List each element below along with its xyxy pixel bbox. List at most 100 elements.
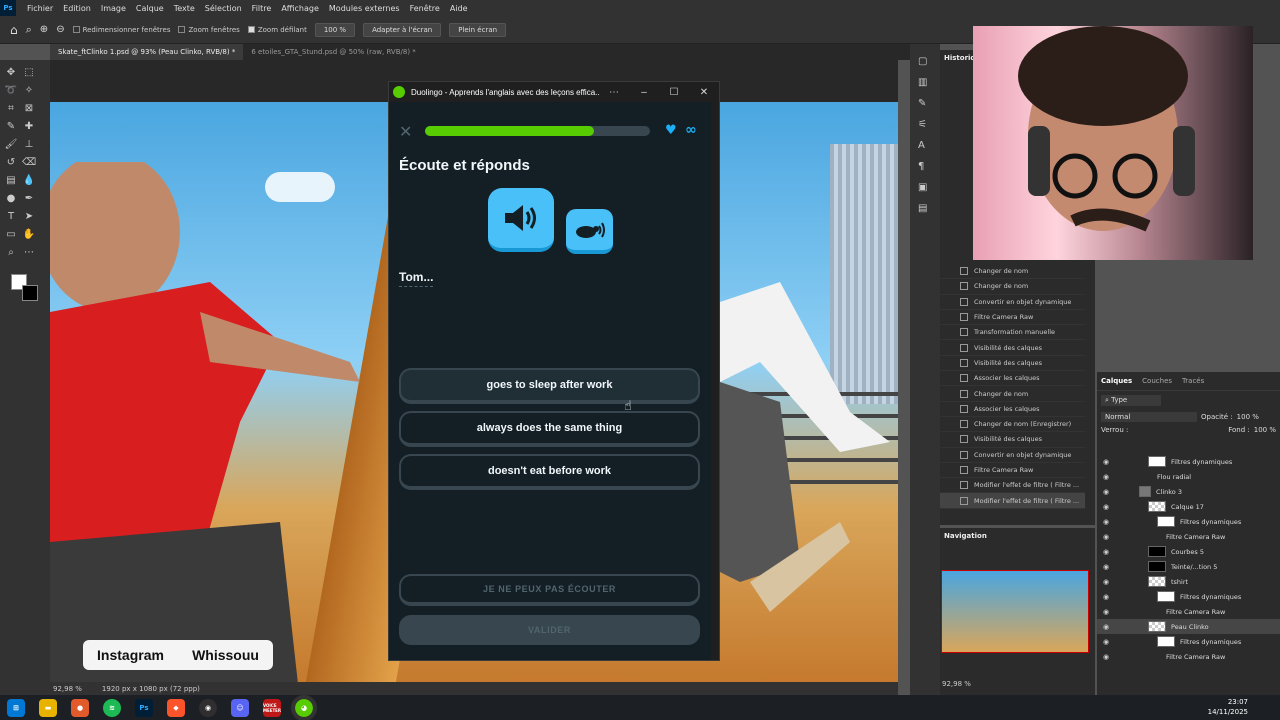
lasso-tool-icon[interactable]: ➰ xyxy=(4,84,18,98)
voicemeeter-icon[interactable]: VOICE MEETER xyxy=(263,698,281,717)
zoom-windows-checkbox[interactable]: Zoom fenêtres xyxy=(178,26,240,34)
layer-row[interactable]: ◉ Filtre Camera Raw xyxy=(1097,604,1280,619)
visibility-eye-icon[interactable]: ◉ xyxy=(1103,488,1111,496)
hand-tool-icon[interactable]: ✋ xyxy=(22,228,36,242)
cant-listen-button[interactable]: JE NE PEUX PAS ÉCOUTER xyxy=(399,574,700,606)
menu-selection[interactable]: Sélection xyxy=(200,4,247,13)
history-item[interactable]: Associer les calques xyxy=(940,371,1085,387)
history-item[interactable]: Changer de nom (Enregistrer) xyxy=(940,417,1085,433)
zoom-in-icon[interactable]: ⊕ xyxy=(40,24,48,35)
layer-row[interactable]: ◉ Peau Clinko xyxy=(1097,619,1280,634)
history-item[interactable]: Changer de nom xyxy=(940,279,1085,295)
menu-fichier[interactable]: Fichier xyxy=(22,4,58,13)
layer-row[interactable]: ◉ Courbes 5 xyxy=(1097,544,1280,559)
frame-tool-icon[interactable]: ⊠ xyxy=(22,102,36,116)
zoom-level[interactable]: 92,98 % xyxy=(53,685,82,693)
layer-kind-filter[interactable]: ⌕ Type xyxy=(1101,395,1161,406)
close-lesson-icon[interactable]: ✕ xyxy=(399,122,412,141)
validate-button[interactable]: VALIDER xyxy=(399,615,700,645)
minimize-button[interactable]: – xyxy=(629,87,659,98)
magic-wand-icon[interactable]: ✧ xyxy=(22,84,36,98)
shape-tool-icon[interactable]: ▭ xyxy=(4,228,18,242)
layer-row[interactable]: ◉ Calque 17 xyxy=(1097,499,1280,514)
layer-row[interactable]: ◉ Clinko 3 xyxy=(1097,484,1280,499)
answer-choice-1[interactable]: goes to sleep after work xyxy=(399,368,700,404)
menu-modules[interactable]: Modules externes xyxy=(324,4,405,13)
visibility-eye-icon[interactable]: ◉ xyxy=(1103,623,1111,631)
navigator-thumbnail[interactable] xyxy=(941,570,1089,653)
history-item[interactable]: Associer les calques xyxy=(940,402,1085,417)
file-explorer-icon[interactable]: ▬ xyxy=(39,698,57,717)
brave-icon[interactable]: ◆ xyxy=(167,698,185,717)
play-slow-audio-button[interactable] xyxy=(566,209,613,254)
history-item[interactable]: Changer de nom xyxy=(940,386,1085,402)
layer-row[interactable]: ◉ Teinte/...tion 5 xyxy=(1097,559,1280,574)
stamp-tool-icon[interactable]: ⊥ xyxy=(22,138,36,152)
crop-tool-icon[interactable]: ⌗ xyxy=(4,102,18,116)
windows-start-icon[interactable]: ⊞ xyxy=(7,698,25,717)
brush-tool-icon[interactable]: 🖌 xyxy=(4,138,18,152)
play-audio-button[interactable] xyxy=(488,188,554,252)
tab-couches[interactable]: Couches xyxy=(1142,377,1172,385)
eraser-icon[interactable]: ⌫ xyxy=(22,156,36,170)
visibility-eye-icon[interactable]: ◉ xyxy=(1103,458,1111,466)
menu-affichage[interactable]: Affichage xyxy=(276,4,324,13)
layer-row[interactable]: ◉ Flou radial xyxy=(1097,469,1280,484)
visibility-eye-icon[interactable]: ◉ xyxy=(1103,653,1111,661)
answer-choice-3[interactable]: doesn't eat before work xyxy=(399,454,700,490)
character-icon[interactable]: A xyxy=(918,140,932,151)
menu-edition[interactable]: Edition xyxy=(58,4,96,13)
layer-row[interactable]: ◉ Filtres dynamiques xyxy=(1097,454,1280,469)
history-item[interactable]: Transformation manuelle xyxy=(940,325,1085,341)
move-tool-icon[interactable]: ✥ xyxy=(4,66,18,80)
adjust-icon[interactable]: ⚟ xyxy=(918,119,932,130)
duolingo-taskbar-icon[interactable]: ◕ xyxy=(291,694,317,720)
visibility-eye-icon[interactable]: ◉ xyxy=(1103,563,1111,571)
duolingo-scrollbar[interactable] xyxy=(711,102,719,660)
obs-icon[interactable]: ◉ xyxy=(199,698,217,717)
paragraph-icon[interactable]: ¶ xyxy=(918,161,932,172)
history-item[interactable]: Convertir en objet dynamique xyxy=(940,448,1085,463)
home-icon[interactable]: ⌂ xyxy=(10,23,18,37)
visibility-eye-icon[interactable]: ◉ xyxy=(1103,473,1111,481)
full-screen-button[interactable]: Plein écran xyxy=(449,22,507,37)
history-brush-icon[interactable]: ↺ xyxy=(4,156,18,170)
visibility-eye-icon[interactable]: ◉ xyxy=(1103,533,1111,541)
more-options-icon[interactable]: ⋯ xyxy=(599,87,629,98)
visibility-eye-icon[interactable]: ◉ xyxy=(1103,548,1111,556)
properties-icon[interactable]: ▤ xyxy=(918,203,932,214)
history-item[interactable]: Modifier l'effet de filtre ( Filtre ... xyxy=(940,478,1085,494)
menu-filtre[interactable]: Filtre xyxy=(247,4,277,13)
layer-row[interactable]: ◉ Filtre Camera Raw xyxy=(1097,649,1280,664)
scrubby-zoom-checkbox[interactable]: Zoom défilant xyxy=(247,26,307,34)
visibility-eye-icon[interactable]: ◉ xyxy=(1103,593,1111,601)
history-item[interactable]: Visibilité des calques xyxy=(940,356,1085,372)
brush-settings-icon[interactable]: ✎ xyxy=(918,98,932,109)
histogram-icon[interactable]: ▥ xyxy=(918,77,932,88)
menu-fenetre[interactable]: Fenêtre xyxy=(405,4,445,13)
layer-row[interactable]: ◉ Filtres dynamiques xyxy=(1097,634,1280,649)
doc-tab-skate[interactable]: Skate_ftClinko 1.psd @ 93% (Peau Clinko,… xyxy=(50,44,244,60)
layer-row[interactable]: ◉ Filtres dynamiques xyxy=(1097,514,1280,529)
history-item[interactable]: Changer de nom xyxy=(940,264,1085,280)
zoom-out-icon[interactable]: ⊖ xyxy=(56,24,64,35)
path-select-icon[interactable]: ➤ xyxy=(22,210,36,224)
layer-row[interactable]: ◉ Filtres dynamiques xyxy=(1097,589,1280,604)
pen-tool-icon[interactable]: ✒ xyxy=(22,192,36,206)
fill-value[interactable]: 100 % xyxy=(1254,426,1276,434)
visibility-eye-icon[interactable]: ◉ xyxy=(1103,608,1111,616)
history-item[interactable]: Filtre Camera Raw xyxy=(940,463,1085,479)
history-item[interactable]: Filtre Camera Raw xyxy=(940,310,1085,326)
resize-windows-checkbox[interactable]: Redimensionner fenêtres xyxy=(72,26,170,34)
menu-aide[interactable]: Aide xyxy=(445,4,473,13)
type-tool-icon[interactable]: T xyxy=(4,210,18,224)
blend-mode-select[interactable]: Normal xyxy=(1101,412,1197,422)
layer-row[interactable]: ◉ Filtre Camera Raw xyxy=(1097,529,1280,544)
zoom-tool-icon-left[interactable]: ⌕ xyxy=(4,246,18,260)
menu-texte[interactable]: Texte xyxy=(169,4,200,13)
visibility-eye-icon[interactable]: ◉ xyxy=(1103,578,1111,586)
menu-calque[interactable]: Calque xyxy=(131,4,169,13)
photoshop-taskbar-icon[interactable]: Ps xyxy=(135,698,153,717)
tab-calques[interactable]: Calques xyxy=(1101,377,1132,385)
libraries-icon[interactable]: ▣ xyxy=(918,182,932,193)
